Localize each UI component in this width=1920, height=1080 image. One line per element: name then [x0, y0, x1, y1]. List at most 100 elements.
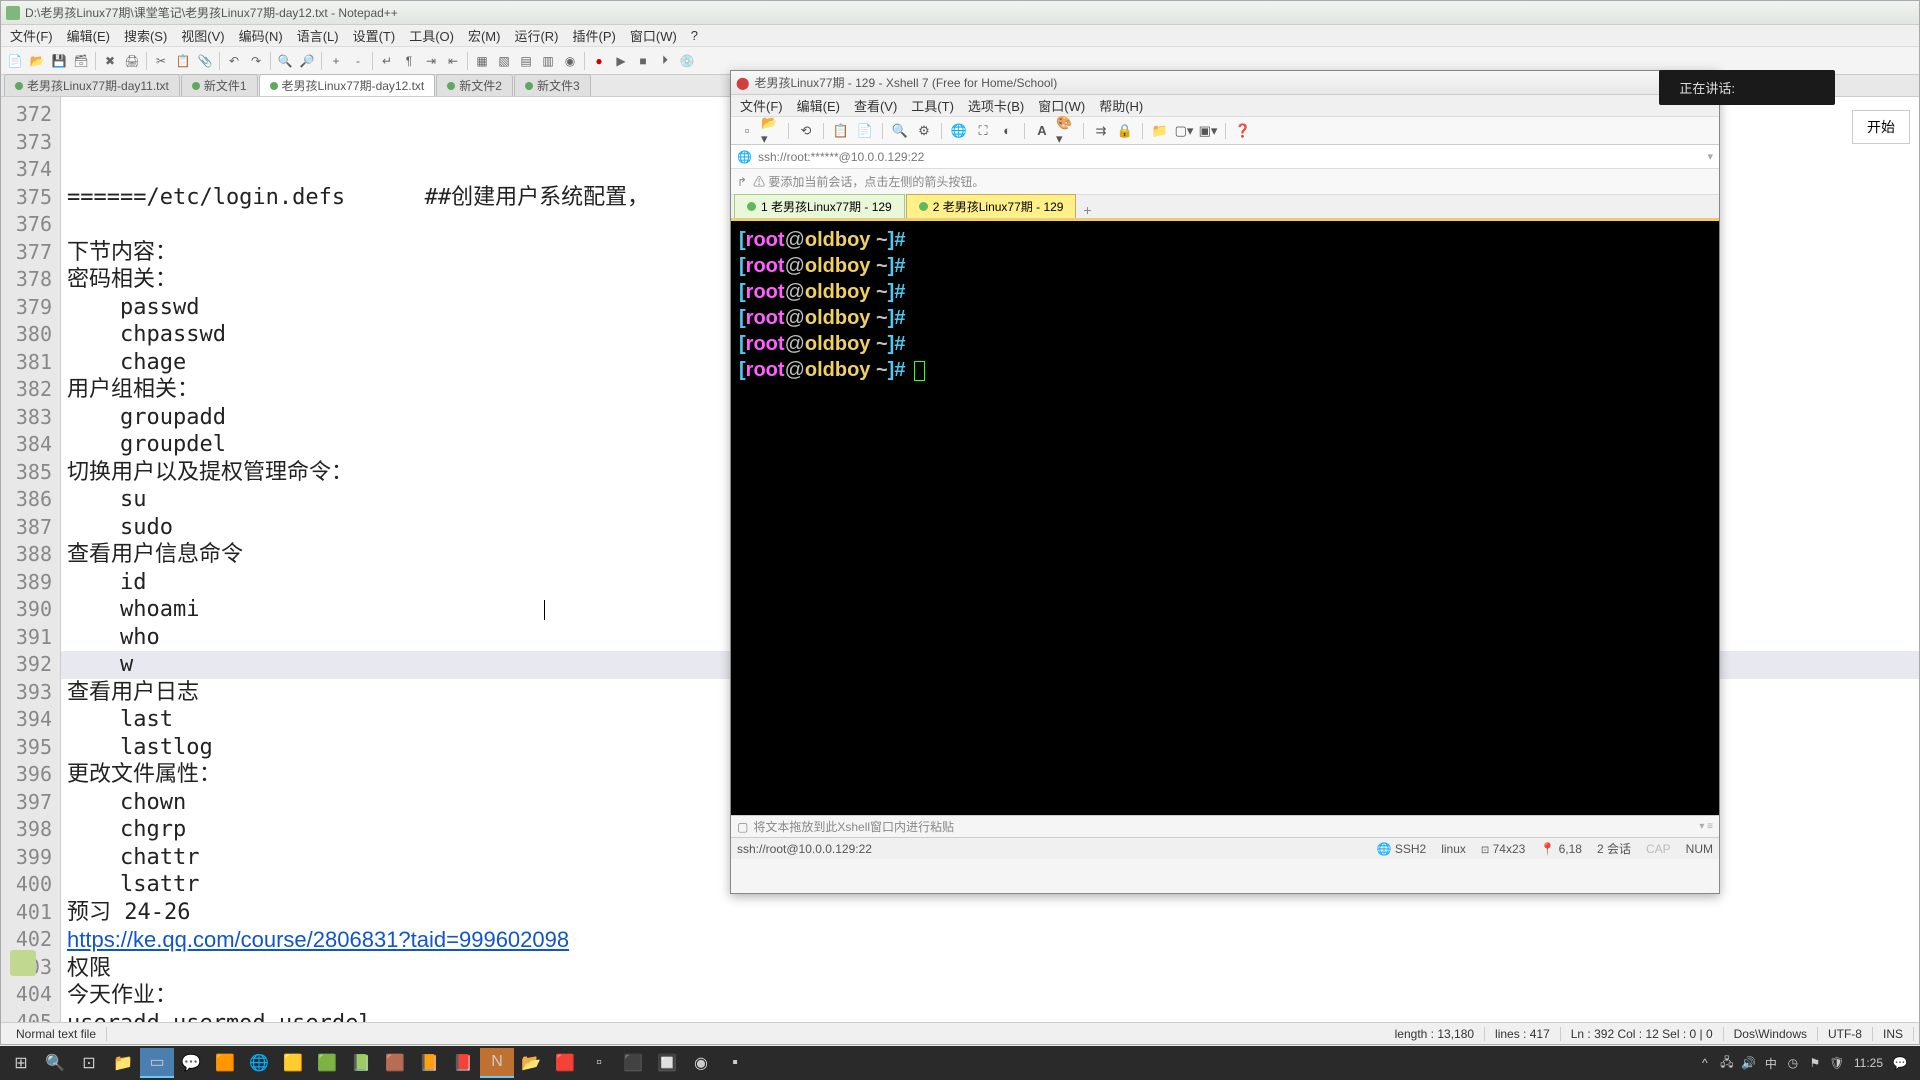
outdent-icon[interactable]: ⇤ [443, 51, 463, 71]
start-menu-icon[interactable]: ⊞ [4, 1048, 38, 1078]
xshell-input-bar[interactable]: ▢ 将文本拖放到此Xshell窗口内进行粘贴 ▾ ≡ [731, 815, 1719, 837]
find-icon[interactable]: 🔍 [890, 121, 910, 141]
taskbar-app-4[interactable]: 🌐 [242, 1048, 276, 1078]
open-session-icon[interactable]: 📂▾ [761, 121, 781, 141]
allchars-icon[interactable]: ¶ [399, 51, 419, 71]
indent-icon[interactable]: ⇥ [421, 51, 441, 71]
taskbar-app-8[interactable]: 🟫 [378, 1048, 412, 1078]
zoomin-icon[interactable]: + [326, 51, 346, 71]
explorer-icon[interactable]: 📁 [106, 1048, 140, 1078]
tray-up-icon[interactable]: ^ [1695, 1053, 1715, 1073]
menu-item[interactable]: 文件(F) [3, 24, 60, 47]
taskbar-app-10[interactable]: 📕 [446, 1048, 480, 1078]
menu-item[interactable]: 工具(O) [402, 24, 461, 47]
browser-icon[interactable]: 🌐 [949, 121, 969, 141]
play-icon[interactable]: ▶ [611, 51, 631, 71]
menu-item[interactable]: 编码(N) [232, 24, 290, 47]
menu-item[interactable]: 设置(T) [346, 24, 403, 47]
color-icon[interactable]: 🎨▾ [1056, 121, 1076, 141]
menu-item[interactable]: 视图(V) [174, 24, 231, 47]
print-icon[interactable]: 🖨 [122, 51, 142, 71]
wrap-icon[interactable]: ↵ [377, 51, 397, 71]
taskbar-app-18[interactable]: ▪ [718, 1048, 752, 1078]
copy-icon[interactable]: 📋 [173, 51, 193, 71]
tray-icon-3[interactable]: 🛡 [1827, 1053, 1847, 1073]
saveall-icon[interactable]: 🗃 [71, 51, 91, 71]
stop-icon[interactable]: ■ [633, 51, 653, 71]
tray-sound-icon[interactable]: 🔊 [1739, 1053, 1759, 1073]
save-macro-icon[interactable]: 💿 [677, 51, 697, 71]
menu-item[interactable]: 插件(P) [566, 24, 623, 47]
taskbar-app-9[interactable]: 📙 [412, 1048, 446, 1078]
taskbar-app-11[interactable]: N [480, 1048, 514, 1078]
font-icon[interactable]: A [1032, 121, 1052, 141]
prop-icon[interactable]: ⚙ [914, 121, 934, 141]
sendall-icon[interactable]: ⇉ [1091, 121, 1111, 141]
menu-item[interactable]: 编辑(E) [60, 24, 117, 47]
terminal-tab[interactable]: 1 老男孩Linux77期 - 129 [734, 194, 905, 218]
editor-tab[interactable]: 新文件3 [514, 74, 591, 96]
taskview-icon[interactable]: ⊡ [72, 1048, 106, 1078]
zoomout-icon[interactable]: - [348, 51, 368, 71]
xshell-menu-item[interactable]: 选项卡(B) [961, 94, 1031, 117]
tray-network-icon[interactable]: 🖧 [1717, 1053, 1737, 1073]
playback-icon[interactable]: ⏵ [655, 51, 675, 71]
search-icon[interactable]: 🔍 [38, 1048, 72, 1078]
save-icon[interactable]: 💾 [49, 51, 69, 71]
menu-item[interactable]: 宏(M) [461, 24, 508, 47]
terminal-tab[interactable]: 2 老男孩Linux77期 - 129 [906, 194, 1077, 218]
monitor-icon[interactable]: ◉ [560, 51, 580, 71]
terminal[interactable]: [root@oldboy ~]#[root@oldboy ~]#[root@ol… [731, 219, 1719, 815]
start-button[interactable]: 开始 [1852, 110, 1910, 144]
editor-tab[interactable]: 新文件1 [181, 74, 258, 96]
record-icon[interactable]: ● [589, 51, 609, 71]
unfold-icon[interactable]: ▧ [494, 51, 514, 71]
lock-icon[interactable]: 🔒 [1115, 121, 1135, 141]
taskbar-app-12[interactable]: 📂 [514, 1048, 548, 1078]
add-tab-button[interactable]: + [1077, 202, 1097, 218]
xshell-menu-item[interactable]: 工具(T) [904, 94, 961, 117]
taskbar-app-13[interactable]: 🟥 [548, 1048, 582, 1078]
fullscreen-icon[interactable]: ⛶ [973, 121, 993, 141]
layout-icon[interactable]: ▣▾ [1198, 121, 1218, 141]
menu-item[interactable]: 搜索(S) [117, 24, 174, 47]
paste-icon[interactable]: 📄 [855, 121, 875, 141]
editor-tab[interactable]: 老男孩Linux77期-day11.txt [4, 74, 180, 96]
cut-icon[interactable]: ✂ [151, 51, 171, 71]
new-session-icon[interactable]: ▫ [737, 121, 757, 141]
replace-icon[interactable]: 🔎 [297, 51, 317, 71]
doc-map-icon[interactable]: ▤ [516, 51, 536, 71]
new-file-icon[interactable]: 📄 [5, 51, 25, 71]
find-icon[interactable]: 🔍 [275, 51, 295, 71]
undo-icon[interactable]: ↶ [224, 51, 244, 71]
taskbar-app-2[interactable]: 💬 [174, 1048, 208, 1078]
editor-tab[interactable]: 新文件2 [436, 74, 513, 96]
func-list-icon[interactable]: ▥ [538, 51, 558, 71]
xshell-menu-item[interactable]: 编辑(E) [790, 94, 847, 117]
close-icon[interactable]: ✖ [100, 51, 120, 71]
xshell-menu-item[interactable]: 帮助(H) [1092, 94, 1150, 117]
taskbar-app-15[interactable]: ⬛ [616, 1048, 650, 1078]
menu-item[interactable]: 运行(R) [507, 24, 565, 47]
desktop-folder-icon[interactable] [10, 950, 36, 976]
newwin-icon[interactable]: ▢▾ [1174, 121, 1194, 141]
editor-tab[interactable]: 老男孩Linux77期-day12.txt [259, 74, 436, 96]
tray-icon-2[interactable]: ⚑ [1805, 1053, 1825, 1073]
help-icon[interactable]: ❓ [1233, 121, 1253, 141]
tray-icon-1[interactable]: ◷ [1783, 1053, 1803, 1073]
xshell-menu-item[interactable]: 查看(V) [847, 94, 904, 117]
taskbar-app-1[interactable]: ▭ [140, 1048, 174, 1078]
taskbar-app-14[interactable]: ▫ [582, 1048, 616, 1078]
tray-clock[interactable]: 11:25 [1849, 1053, 1888, 1073]
taskbar-app-3[interactable]: 🟧 [208, 1048, 242, 1078]
xftp-icon[interactable]: 📁 [1150, 121, 1170, 141]
transparent-icon[interactable]: ◐ [997, 121, 1017, 141]
tray-notif-icon[interactable]: 💬 [1890, 1053, 1910, 1073]
taskbar-app-16[interactable]: 🔲 [650, 1048, 684, 1078]
menu-item[interactable]: 语言(L) [290, 24, 346, 47]
reconnect-icon[interactable]: ⟲ [796, 121, 816, 141]
xshell-addressbar[interactable]: 🌐 ssh://root:******@10.0.0.129:22 ▾ [731, 145, 1719, 169]
redo-icon[interactable]: ↷ [246, 51, 266, 71]
menu-item[interactable]: 窗口(W) [623, 24, 684, 47]
tray-ime-icon[interactable]: 中 [1761, 1053, 1781, 1073]
